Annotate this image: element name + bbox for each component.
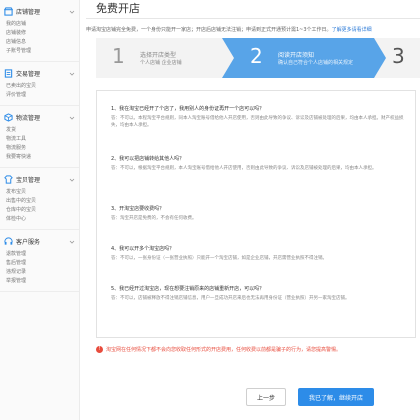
- step-number: 2: [250, 44, 263, 68]
- logistics-icon: [4, 113, 13, 122]
- chevron-down-icon[interactable]: [69, 9, 75, 15]
- sidebar-link[interactable]: 发货: [6, 126, 42, 135]
- faq-answer: 答：不可以，一张身份证（一张营业执照）只能开一个淘宝店铺，如是企业店铺，开店需营…: [111, 256, 327, 261]
- step-progress-bar: 1 选择开店类型 个人店铺 企业店铺 2 阅读开店须知 确认自己符合个人店铺的相…: [96, 38, 420, 78]
- sidebar-group-header[interactable]: 交易管理: [4, 68, 75, 79]
- sidebar-link[interactable]: 物流服务: [6, 144, 42, 153]
- sidebar-link[interactable]: 仓库中的宝贝: [6, 206, 42, 215]
- step-subtitle: 个人店铺 企业店铺: [140, 60, 182, 66]
- faq-answer: 答：不可以，根据淘宝平台规则，本人淘宝账号借给他人开店使用，否则由此导致的争议、…: [111, 166, 377, 171]
- chevron-down-icon[interactable]: [69, 239, 75, 245]
- faq-item: 5、我已经开过淘宝店，现在想要注销原来的店铺重新开店，可以吗？ 答：不可以，店铺…: [111, 285, 411, 302]
- faq-question: 1、我在淘宝已经开了个店了，我用别人的身份证再开一个店可以吗？: [111, 106, 265, 112]
- sidebar-group-title: 交易管理: [16, 71, 41, 78]
- sidebar-group-service: 客户服务 退款管理 售后管理 违规记录 举报管理: [0, 230, 79, 292]
- sidebar-link[interactable]: 评价管理: [6, 91, 42, 100]
- sidebar-group-header[interactable]: 物流管理: [4, 112, 75, 123]
- faq-answer: 答：不可以，店铺被释放不得注销店铺信息，用户一旦成功开店来后也无法再用身份证（营…: [111, 296, 350, 301]
- sidebar-link[interactable]: 我的店铺: [6, 20, 42, 29]
- sidebar-link[interactable]: 售后管理: [6, 259, 42, 268]
- step-number: 1: [112, 44, 125, 68]
- chevron-down-icon[interactable]: [69, 177, 75, 183]
- faq-item: 1、我在淘宝已经开了个店了，我用别人的身份证再开一个店可以吗？ 答：不可以。本程…: [111, 105, 411, 129]
- previous-step-button[interactable]: 上一步: [246, 388, 286, 406]
- sidebar-link[interactable]: 我要寄快递: [6, 153, 42, 162]
- shop-icon: [4, 7, 13, 16]
- step-1: 1 选择开店类型 个人店铺 企业店铺: [96, 38, 226, 78]
- trade-icon: [4, 69, 13, 78]
- sidebar: 店铺管理 我的店铺 店铺装修 店铺信息 子账号管理 交易管理 已卖出的宝贝 评价…: [0, 0, 80, 420]
- step-title: 选择开店类型: [140, 52, 177, 59]
- faq-item: 3、开淘宝店要收费吗？ 答：淘宝开店是免费的，不会有任何收费。: [111, 205, 411, 222]
- step-2-active: 2 阅读开店须知 确认自己符合个人店铺的相关规定: [234, 38, 374, 78]
- sidebar-link[interactable]: 发布宝贝: [6, 188, 42, 197]
- step-subtitle: 确认自己符合个人店铺的相关规定: [278, 60, 354, 66]
- sidebar-group-title: 宝贝管理: [16, 177, 41, 184]
- faq-question: 5、我已经开过淘宝店，现在想要注销原来的店铺重新开店，可以吗？: [111, 286, 265, 292]
- sidebar-link[interactable]: 违规记录: [6, 268, 42, 277]
- faq-panel: 1、我在淘宝已经开了个店了，我用别人的身份证再开一个店可以吗？ 答：不可以。本程…: [96, 90, 416, 338]
- sidebar-link[interactable]: 店铺装修: [6, 29, 42, 38]
- page-title: 免费开店: [96, 2, 140, 15]
- sidebar-group-title: 物流管理: [16, 115, 41, 122]
- notice-text: 申请淘宝店铺完全免费，一个身份只能开一家店；开店后店铺无法注销；申请到正式开通预…: [86, 26, 420, 33]
- notice-body: 申请淘宝店铺完全免费，一个身份只能开一家店；开店后店铺无法注销；申请到正式开通预…: [86, 27, 332, 33]
- sidebar-link[interactable]: 出售中的宝贝: [6, 197, 42, 206]
- sidebar-link[interactable]: 退款管理: [6, 250, 42, 259]
- sidebar-group-header[interactable]: 客户服务: [4, 236, 75, 247]
- sidebar-group-header[interactable]: 店铺管理: [4, 6, 75, 17]
- faq-question: 4、我可以开多个淘宝店吗？: [111, 246, 175, 252]
- continue-open-store-button[interactable]: 我已了解，继续开店: [298, 388, 374, 406]
- alert-icon: !: [96, 346, 103, 353]
- step-number: 3: [392, 44, 405, 68]
- service-icon: [4, 237, 13, 245]
- sidebar-group-title: 店铺管理: [16, 9, 41, 16]
- faq-question: 3、开淘宝店要收费吗？: [111, 206, 165, 212]
- notice-link[interactable]: 了解更多请看详细: [332, 27, 372, 33]
- faq-answer: 答：淘宝开店是免费的，不会有任何收费。: [111, 216, 197, 221]
- sidebar-link[interactable]: 店铺信息: [6, 38, 42, 47]
- sidebar-group-trade: 交易管理 已卖出的宝贝 评价管理: [0, 62, 79, 106]
- step-3: 3: [388, 38, 420, 78]
- step-title: 阅读开店须知: [278, 52, 315, 59]
- chevron-down-icon[interactable]: [69, 71, 75, 77]
- sidebar-link[interactable]: 举报管理: [6, 277, 42, 286]
- sidebar-group-shop: 店铺管理 我的店铺 店铺装修 店铺信息 子账号管理: [0, 0, 79, 62]
- divider: [86, 18, 420, 19]
- main-content: 免费开店 申请淘宝店铺完全免费，一个身份只能开一家店；开店后店铺无法注销；申请到…: [86, 0, 420, 420]
- sidebar-link[interactable]: 物流工具: [6, 135, 42, 144]
- step-arrow: [222, 38, 234, 78]
- sidebar-link[interactable]: 已卖出的宝贝: [6, 82, 42, 91]
- faq-answer: 答：不可以。本程淘宝平台规则，同本人淘宝账号借给他人开店使用，否则由此导致的争议…: [111, 116, 404, 128]
- faq-item: 4、我可以开多个淘宝店吗？ 答：不可以，一张身份证（一张营业执照）只能开一个淘宝…: [111, 245, 411, 262]
- warning-message: ! 淘宝网在任何情况下都不会向您收取任何形式的开店费用，任何收费以前都是骗子的行…: [96, 346, 420, 353]
- step-arrow: [374, 38, 386, 78]
- sidebar-group-header[interactable]: 宝贝管理: [4, 174, 75, 185]
- faq-item: 2、我可以把店铺转给其他人吗？ 答：不可以，根据淘宝平台规则，本人淘宝账号借给他…: [111, 155, 411, 172]
- faq-question: 2、我可以把店铺转给其他人吗？: [111, 156, 185, 162]
- sidebar-group-goods: 宝贝管理 发布宝贝 出售中的宝贝 仓库中的宝贝 体检中心: [0, 168, 79, 230]
- sidebar-link[interactable]: 子账号管理: [6, 47, 42, 56]
- goods-icon: [4, 175, 13, 184]
- chevron-down-icon[interactable]: [69, 115, 75, 121]
- sidebar-group-title: 客户服务: [16, 239, 41, 246]
- warning-text: 淘宝网在任何情况下都不会向您收取任何形式的开店费用，任何收费以前都是骗子的行为，…: [106, 347, 342, 353]
- sidebar-group-logistics: 物流管理 发货 物流工具 物流服务 我要寄快递: [0, 106, 79, 168]
- sidebar-link[interactable]: 体检中心: [6, 215, 42, 224]
